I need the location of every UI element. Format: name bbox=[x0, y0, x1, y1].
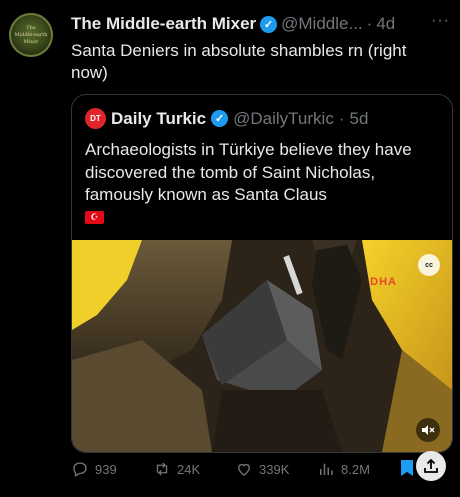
like-count: 339K bbox=[259, 461, 290, 477]
bookmark-icon bbox=[401, 459, 413, 476]
action-bar: 939 24K 339K 8.2M bbox=[71, 451, 450, 481]
speaker-muted-icon bbox=[422, 425, 435, 435]
reply-icon bbox=[73, 462, 87, 477]
author-avatar[interactable]: The Middle-earth Mixer bbox=[9, 13, 53, 57]
avatar-text-2: Middle-earth bbox=[14, 32, 48, 38]
author-handle[interactable]: @Middle... bbox=[281, 14, 363, 34]
avatar-text-3: Mixer bbox=[23, 39, 39, 45]
reply-count: 939 bbox=[95, 461, 117, 477]
tweet-header: The Middle-earth Mixer ✓ @Middle... · 4d bbox=[71, 12, 450, 36]
quote-author-name: Daily Turkic bbox=[111, 108, 207, 128]
mute-icon[interactable] bbox=[416, 418, 440, 442]
views-chart-icon bbox=[320, 463, 333, 475]
repost-button[interactable]: 24K bbox=[153, 460, 235, 478]
repost-icon bbox=[156, 462, 168, 476]
tweet-time[interactable]: 4d bbox=[376, 14, 395, 34]
quote-verified-badge-icon: ✓ bbox=[211, 110, 229, 127]
like-button[interactable]: 339K bbox=[235, 460, 317, 478]
repost-count: 24K bbox=[177, 461, 201, 477]
views-count: 8.2M bbox=[341, 461, 370, 477]
reply-button[interactable]: 939 bbox=[71, 460, 153, 478]
quote-header: DT Daily Turkic ✓ @DailyTurkic · 5d bbox=[85, 108, 368, 129]
excavation-scene-image bbox=[72, 240, 452, 452]
more-options-icon[interactable]: ··· bbox=[431, 12, 450, 30]
video-media[interactable]: cc DHA bbox=[72, 240, 452, 452]
quote-author-handle: @DailyTurkic bbox=[233, 108, 334, 128]
tweet-text: Santa Deniers in absolute shambles rn (r… bbox=[71, 41, 407, 82]
quote-separator-dot: · bbox=[338, 108, 345, 128]
quote-time: 5d bbox=[349, 108, 369, 128]
closed-captions-button[interactable]: cc bbox=[418, 254, 440, 276]
dha-watermark: DHA bbox=[370, 276, 397, 288]
verified-badge-icon: ✓ bbox=[260, 15, 278, 33]
quote-avatar[interactable]: DT bbox=[85, 108, 106, 129]
quote-text: Archaeologists in Türkiye believe they h… bbox=[85, 140, 412, 204]
separator-dot: · bbox=[366, 14, 373, 33]
share-button[interactable] bbox=[416, 451, 446, 481]
turkey-flag-icon: ☪ bbox=[85, 211, 104, 224]
quoted-tweet[interactable]: DT Daily Turkic ✓ @DailyTurkic · 5d Arch… bbox=[71, 94, 453, 453]
views-button[interactable]: 8.2M bbox=[317, 460, 399, 478]
avatar-text-1: The bbox=[26, 25, 36, 31]
share-icon bbox=[424, 458, 438, 473]
heart-icon bbox=[238, 463, 250, 476]
author-name[interactable]: The Middle-earth Mixer bbox=[71, 14, 256, 34]
